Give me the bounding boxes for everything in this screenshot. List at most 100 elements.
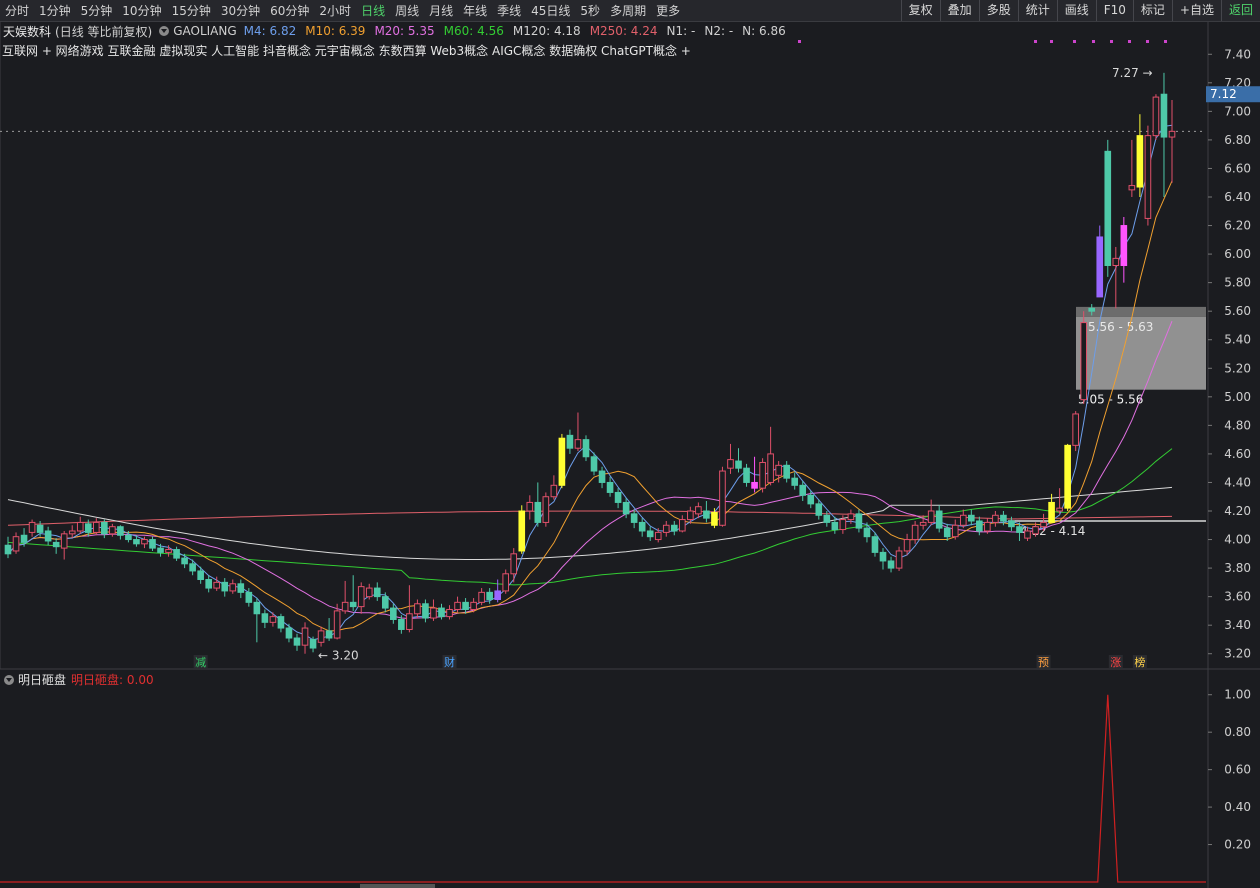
candle-body-10: [84, 523, 92, 533]
toolbar-button-6[interactable]: 标记: [1132, 0, 1172, 21]
period-toolbar: 分时 1分钟 5分钟 10分钟 15分钟 30分钟 60分钟 2小时 日线 周线 月线 年线 季线 45日…: [0, 0, 1260, 22]
candle-body-123: [992, 514, 999, 523]
signal-dot-3: [1073, 40, 1076, 43]
period-tab-1[interactable]: 1分钟: [34, 2, 76, 19]
candle-body-104: [839, 519, 847, 531]
candle-body-0: [4, 544, 12, 555]
period-tab-6[interactable]: 60分钟: [265, 2, 314, 19]
candle-body-68: [550, 484, 558, 498]
candle-body-97: [783, 464, 790, 479]
ma20-line: [7, 321, 1173, 620]
candle-body-116: [935, 510, 943, 529]
event-marker-2: 预: [1038, 656, 1049, 669]
price-tick-label-2: 7.00: [1224, 104, 1251, 118]
period-tab-0[interactable]: 分时: [0, 2, 34, 19]
signal-dot-1: [1034, 40, 1037, 43]
candle-body-15: [125, 534, 132, 541]
candle-body-30: [245, 591, 253, 603]
candle-body-90: [727, 459, 734, 469]
candle-body-55: [446, 608, 453, 618]
period-tab-12[interactable]: 季线: [492, 2, 526, 19]
period-tab-2[interactable]: 5分钟: [76, 2, 118, 19]
candle-body-87: [703, 510, 710, 519]
scrollbar-thumb[interactable]: [360, 884, 435, 888]
candle-body-113: [911, 524, 919, 541]
candle-body-79: [638, 521, 646, 532]
period-tab-14[interactable]: 5秒: [575, 2, 605, 19]
price-tick-label-5: 6.40: [1224, 190, 1251, 204]
sub-tick-label-3: 0.40: [1224, 800, 1251, 814]
candle-body-126: [1016, 526, 1023, 533]
indicator-dropdown-icon[interactable]: [159, 26, 170, 36]
candle-body-128: [1032, 526, 1039, 535]
period-tab-11[interactable]: 年线: [458, 2, 492, 19]
candle-body-29: [237, 583, 245, 593]
period-tab-10[interactable]: 月线: [424, 2, 458, 19]
candle-body-67: [542, 496, 550, 523]
candle-body-33: [269, 616, 277, 623]
period-tabs: 分时 1分钟 5分钟 10分钟 15分钟 30分钟 60分钟 2小时 日线 周线 月线 年线 季线 45日…: [0, 0, 685, 21]
signal-dot-6: [1128, 40, 1131, 43]
period-tab-15[interactable]: 多周期: [605, 2, 651, 19]
candle-body-114: [919, 521, 927, 526]
kline-chart[interactable]: 7.407.207.006.806.606.406.206.005.805.60…: [0, 0, 1260, 888]
candle-body-58: [470, 601, 477, 610]
stock-name: 天娱数科: [3, 24, 52, 39]
concept-tags[interactable]: 互联网 + 网络游戏 互联金融 虚拟现实 人工智能 抖音概念 元宇宙概念 东数西…: [2, 42, 691, 59]
ma-label-0: M4: 6.82: [243, 24, 297, 38]
price-tick-label-13: 4.80: [1224, 418, 1251, 432]
price-tick-label-14: 4.60: [1224, 447, 1251, 461]
candle-body-84: [679, 519, 686, 532]
candle-body-108: [871, 536, 879, 553]
toolbar-button-2[interactable]: 多股: [978, 0, 1018, 21]
period-tab-16[interactable]: 更多: [651, 2, 685, 19]
candle-body-4: [36, 524, 44, 533]
toolbar-button-5[interactable]: F10: [1095, 0, 1133, 21]
candle-body-39: [317, 630, 325, 643]
period-tab-9[interactable]: 周线: [390, 2, 424, 19]
candle-body-48: [390, 607, 397, 620]
toolbar-button-0[interactable]: 复权: [900, 0, 940, 21]
candle-body-36: [293, 637, 301, 646]
candle-body-77: [622, 501, 630, 515]
candle-body-35: [285, 627, 293, 639]
period-tab-4[interactable]: 15分钟: [167, 2, 216, 19]
price-tick-label-21: 3.20: [1224, 647, 1251, 661]
period-tab-8[interactable]: 日线: [356, 2, 390, 19]
toolbar-button-4[interactable]: 画线: [1056, 0, 1096, 21]
price-tick-label-15: 4.40: [1224, 475, 1251, 489]
candle-body-23: [189, 563, 196, 572]
sub-indicator-title: 明日砸盘 明日砸盘: 0.00: [4, 671, 154, 688]
ma-label-5: M250: 4.24: [589, 24, 658, 38]
candle-body-121: [976, 520, 983, 532]
candle-body-65: [526, 501, 534, 512]
candle-body-2: [20, 534, 28, 543]
toolbar-button-1[interactable]: 叠加: [939, 0, 979, 21]
zone-upper-box: [1076, 306, 1206, 317]
toolbar-button-7[interactable]: +自选: [1171, 0, 1221, 21]
candle-body-20: [165, 549, 172, 553]
candle-body-64: [518, 510, 526, 552]
candle-body-129: [1040, 521, 1047, 528]
signal-dot-0: [798, 40, 801, 43]
event-marker-4: 榜: [1134, 655, 1145, 669]
period-tab-13[interactable]: 45日线: [526, 2, 575, 19]
candle-body-17: [141, 539, 148, 545]
candle-body-59: [478, 591, 485, 603]
toolbar-button-3[interactable]: 统计: [1017, 0, 1057, 21]
period-tab-5[interactable]: 30分钟: [216, 2, 265, 19]
candle-body-60: [486, 591, 493, 600]
period-tab-3[interactable]: 10分钟: [117, 2, 166, 19]
candle-body-131: [1056, 507, 1063, 512]
candle-body-27: [221, 581, 229, 592]
sub-indicator-name[interactable]: 明日砸盘: [18, 671, 66, 688]
indicator-name[interactable]: GAOLIANG: [173, 24, 236, 38]
price-tick-label-11: 5.20: [1224, 361, 1251, 375]
candle-body-124: [1000, 514, 1007, 522]
sub-indicator-dropdown-icon[interactable]: [4, 674, 14, 685]
period-tab-7[interactable]: 2小时: [314, 2, 356, 19]
candle-body-22: [181, 557, 188, 565]
candle-body-3: [28, 521, 36, 533]
adjust-mode: (日线 等比前复权): [55, 24, 153, 39]
toolbar-button-8[interactable]: 返回: [1220, 0, 1260, 21]
